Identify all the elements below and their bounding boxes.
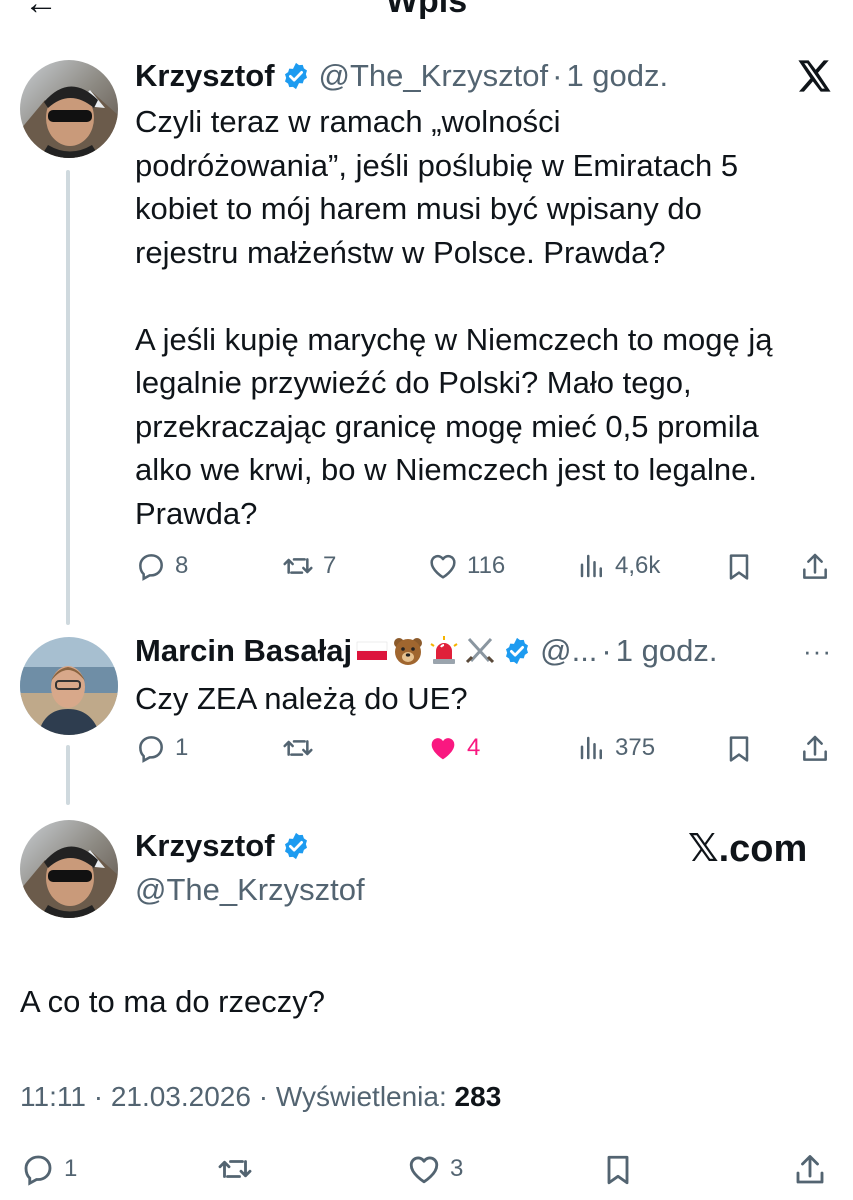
like-button[interactable]: 4 [427,732,480,764]
tweet-time[interactable]: 1 godz. [616,633,718,669]
like-button[interactable]: 116 [427,550,505,582]
reply-button[interactable]: 1 [135,732,188,764]
reply-icon [139,554,163,581]
action-bar: 1 3 [20,1151,833,1191]
page-title: Wpis [385,0,468,20]
separator-dot: · [552,58,563,93]
poland-flag-icon [356,641,388,660]
crossed-swords-emoji-icon [466,637,495,664]
repost-button[interactable] [281,732,323,764]
share-icon[interactable] [799,732,831,766]
tweet-meta: 11:11 · 21.03.2026 · Wyświetlenia: 283 [20,1081,502,1112]
repost-button[interactable]: 7 [281,550,336,582]
like-count: 4 [467,734,481,761]
bookmark-icon[interactable] [600,1151,636,1189]
views-chart-icon [580,736,602,760]
author-name[interactable]: Krzysztof [135,828,275,864]
like-count: 116 [467,552,506,579]
avatar[interactable] [20,637,118,735]
verified-badge-icon [284,832,307,860]
action-bar: 8 7 116 4,6k [135,550,835,590]
views-button[interactable]: 375 [577,732,655,764]
heart-filled-icon [431,738,455,760]
separator-dot: · [601,633,612,668]
repost-icon [218,1160,252,1178]
repost-icon [283,740,313,756]
author-handle[interactable]: @The_Krzysztof [135,872,365,908]
thread-line [66,745,70,805]
reply-count: 8 [175,552,189,579]
views-chart-icon [580,554,602,578]
heart-icon [430,554,456,579]
share-icon[interactable] [792,1151,828,1189]
tweet-header: Marcin Basałaj @... · 1 godz. [135,633,717,669]
xcom-watermark: 𝕏.com [688,828,808,870]
tweet-date[interactable]: 21.03.2026 [111,1081,251,1112]
views-count: 375 [615,734,656,761]
reply-icon [24,1155,52,1186]
x-logo-icon [798,60,831,92]
author-handle[interactable]: @... [540,633,597,669]
author-handle[interactable]: @The_Krzysztof [319,58,549,94]
bookmark-icon[interactable] [723,550,755,584]
reply-count: 1 [175,734,189,761]
views-label: Wyświetlenia: [275,1081,447,1112]
like-count: 3 [450,1155,464,1182]
top-bar: ← Wpis [0,0,853,22]
repost-icon [283,558,313,574]
tweet-text: Czyli teraz w ramach „wolności podróżowa… [135,104,773,531]
author-name[interactable]: Marcin Basałaj [135,633,352,669]
action-bar: 1 4 375 [135,732,835,772]
avatar[interactable] [20,60,118,158]
bear-emoji-icon [394,638,423,665]
tweet-header: Krzysztof [135,828,319,864]
heart-icon [409,1156,439,1184]
repost-count: 7 [323,552,337,579]
share-icon[interactable] [799,550,831,584]
tweet-time[interactable]: 11:11 [20,1081,86,1112]
reply-count: 1 [64,1155,78,1182]
repost-button[interactable] [216,1151,262,1187]
verified-badge-icon [284,62,307,90]
author-name[interactable]: Krzysztof [135,58,275,94]
tweet-header: Krzysztof @The_Krzysztof · 1 godz. [135,58,668,94]
reply-button[interactable]: 8 [135,550,188,582]
tweet-text: Czy ZEA należą do UE? [135,681,468,716]
more-options-icon[interactable]: ··· [803,636,832,667]
views-count: 283 [454,1081,502,1112]
tweet-text: A co to ma do rzeczy? [20,984,325,1019]
tweet-handle-row: @The_Krzysztof [135,872,365,908]
avatar[interactable] [20,820,118,918]
views-count: 4,6k [615,552,661,579]
bookmark-icon[interactable] [723,732,755,766]
views-button[interactable]: 4,6k [577,550,660,582]
reply-icon [139,736,163,763]
tweet-time[interactable]: 1 godz. [566,58,668,94]
reply-button[interactable]: 1 [20,1151,77,1187]
like-button[interactable]: 3 [406,1151,463,1187]
siren-emoji-icon [430,636,458,664]
thread-line [66,170,70,625]
verified-badge-icon [506,637,529,665]
